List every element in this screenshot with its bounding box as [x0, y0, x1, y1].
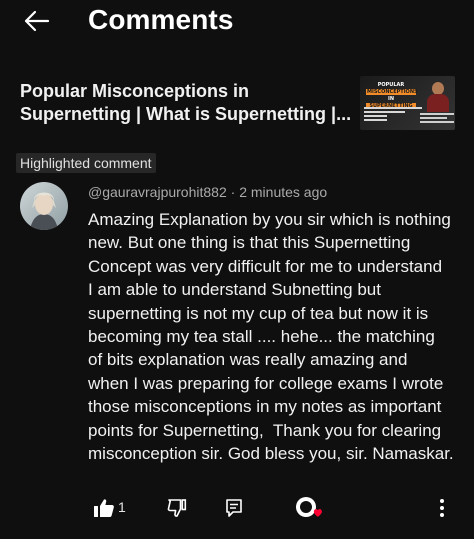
arrow-left-icon [24, 10, 50, 32]
like-count: 1 [118, 499, 126, 515]
video-title-line: Supernetting | What is Supernetting |... [20, 104, 352, 124]
thumbnail-presenter-image [426, 82, 450, 112]
reply-button[interactable] [220, 494, 248, 522]
avatar[interactable] [20, 182, 68, 230]
video-info-row[interactable]: Popular Misconceptions in Supernetting |… [0, 72, 474, 132]
top-app-bar: Comments [0, 0, 474, 50]
page-title: Comments [88, 4, 234, 35]
creator-heart-button[interactable] [292, 494, 324, 522]
comment-line: supernetting is not my cup of tea but no… [88, 303, 429, 323]
comment-line: I am able to understand Subnetting but [88, 280, 381, 300]
video-title-line: Popular Misconceptions in [20, 81, 250, 101]
meta-separator: · [226, 184, 240, 200]
comment-line: misconception sir. God bless you, sir. N… [88, 444, 454, 464]
thumbnail-title-mid: IN [387, 96, 395, 102]
thumbnail-title: POPULAR MISCONCEPTIONS IN SUPERNETTING [366, 82, 418, 110]
comment-action-bar: 1 [0, 494, 474, 524]
reply-icon [226, 499, 242, 517]
comment-line: those misconceptions in my notes as impo… [88, 397, 442, 417]
comment-line: of bits explanation was really amazing a… [88, 350, 408, 370]
dislike-button[interactable] [163, 494, 191, 522]
comment-line: points for Supernetting, Thank you for c… [88, 420, 442, 440]
creator-heart-icon [296, 497, 322, 517]
thumbnail-caption [420, 113, 454, 125]
like-button[interactable] [90, 494, 118, 522]
comment-text: Amazing Explanation by you sir which is … [88, 208, 468, 465]
back-button[interactable] [18, 6, 54, 36]
comment-line: becoming my tea stall .... hehe... the m… [88, 327, 435, 347]
video-title: Popular Misconceptions in Supernetting |… [20, 80, 355, 126]
avatar-image [20, 182, 68, 230]
comment-line: new. But one thing is that this Supernet… [88, 233, 411, 253]
more-vert-icon [440, 499, 444, 517]
thumbnail-title-box: MISCONCEPTIONS [366, 89, 418, 95]
comment-author[interactable]: @gauravrajpurohit882 [88, 184, 227, 200]
thumbs-up-icon [94, 499, 114, 517]
thumbs-down-icon [167, 499, 187, 517]
comment-meta: @gauravrajpurohit882 · 2 minutes ago [88, 184, 327, 200]
highlighted-comment-badge: Highlighted comment [16, 153, 156, 173]
comment-timestamp: 2 minutes ago [239, 184, 328, 200]
thumbnail-bullets [364, 107, 422, 123]
video-thumbnail[interactable]: POPULAR MISCONCEPTIONS IN SUPERNETTING [360, 76, 455, 130]
thumbnail-title-top: POPULAR [377, 82, 405, 88]
more-options-button[interactable] [428, 494, 456, 522]
comment-line: Concept was very difficult for me to und… [88, 256, 443, 276]
comment-line: when I was preparing for college exams I… [88, 373, 444, 393]
comment-line: Amazing Explanation by you sir which is … [88, 210, 451, 229]
